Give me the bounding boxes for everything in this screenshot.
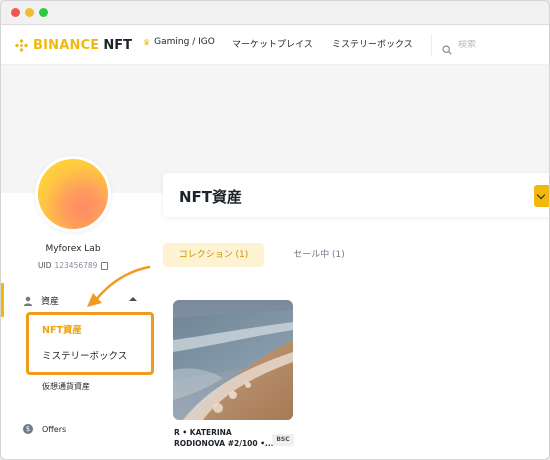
annotation-arrow-icon bbox=[87, 265, 151, 307]
download-button[interactable] bbox=[534, 185, 549, 207]
tab-collection[interactable]: コレクション (1) bbox=[163, 243, 264, 267]
minimize-window-button[interactable] bbox=[25, 8, 34, 17]
page-title-card: NFT資産 bbox=[163, 173, 549, 217]
maximize-window-button[interactable] bbox=[39, 8, 48, 17]
chain-badge: BSC bbox=[272, 434, 294, 446]
sidebar-item-crypto-assets[interactable]: 仮想通貨資産 bbox=[42, 381, 90, 392]
browser-window: BINANCE NFT ♛ Gaming / IGO マーケットプレイス ミステ… bbox=[0, 0, 550, 460]
window-titlebar bbox=[1, 1, 549, 25]
nav-item-marketplace[interactable]: マーケットプレイス bbox=[232, 37, 313, 50]
nft-card-title: R • KATERINA RODIONOVA #2/100 •... bbox=[174, 428, 274, 448]
close-window-button[interactable] bbox=[11, 8, 20, 17]
search-icon bbox=[442, 40, 452, 55]
top-navigation: BINANCE NFT ♛ Gaming / IGO マーケットプレイス ミステ… bbox=[1, 25, 549, 65]
nav-item-mystery-box[interactable]: ミステリーボックス bbox=[332, 37, 413, 50]
search-input[interactable] bbox=[458, 40, 538, 50]
username: Myforex Lab bbox=[45, 244, 101, 254]
sidebar-item-nft-assets[interactable]: NFT資産 bbox=[42, 322, 82, 336]
binance-logo-icon bbox=[15, 38, 28, 52]
avatar[interactable] bbox=[35, 156, 111, 232]
binance-nft-logo[interactable]: BINANCE NFT bbox=[15, 36, 132, 54]
user-icon bbox=[23, 296, 33, 306]
sidebar-item-label: 資産 bbox=[41, 297, 60, 307]
nft-image[interactable] bbox=[173, 300, 293, 420]
nft-card[interactable]: R • KATERINA RODIONOVA #2/100 •... BSC bbox=[173, 300, 294, 459]
sidebar-active-indicator bbox=[1, 283, 4, 317]
sidebar-item-assets[interactable]: 資産 bbox=[23, 294, 59, 307]
uid-label: UID bbox=[38, 261, 52, 270]
sidebar-item-label: Offers bbox=[42, 424, 67, 434]
brand-name: BINANCE bbox=[33, 37, 100, 53]
nav-item-label: Gaming / IGO bbox=[154, 37, 215, 47]
brand-suffix: NFT bbox=[103, 37, 133, 53]
search-bar[interactable] bbox=[431, 34, 549, 56]
page-title: NFT資産 bbox=[179, 188, 243, 206]
sidebar-item-offers[interactable]: $ Offers bbox=[23, 424, 66, 434]
sidebar-item-mystery-box[interactable]: ミステリーボックス bbox=[42, 348, 127, 362]
tab-on-sale[interactable]: セール中 (1) bbox=[277, 243, 361, 267]
nav-item-gaming[interactable]: ♛ Gaming / IGO bbox=[143, 37, 215, 47]
crown-icon: ♛ bbox=[143, 37, 151, 47]
dollar-icon: $ bbox=[23, 424, 33, 434]
